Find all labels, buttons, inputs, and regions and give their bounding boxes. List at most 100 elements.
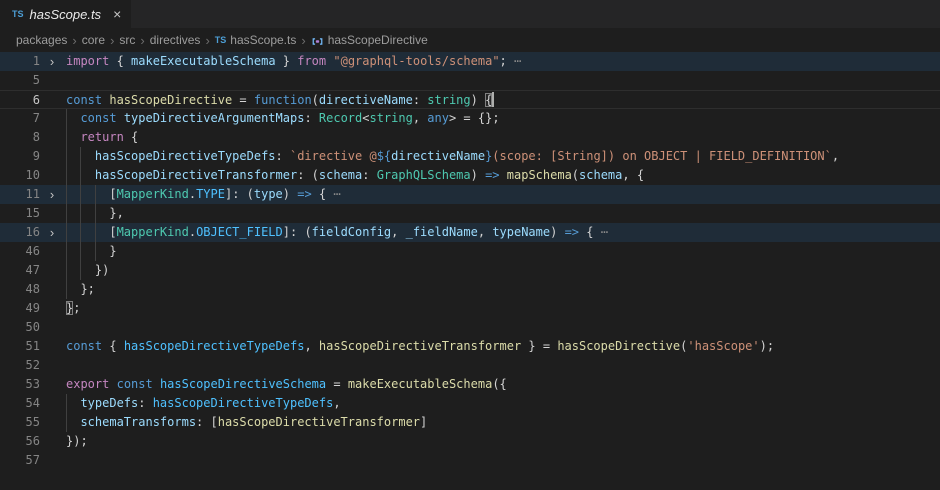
indent-guide bbox=[66, 242, 67, 261]
code-editor[interactable]: 1›import { makeExecutableSchema } from "… bbox=[0, 52, 940, 490]
indent-guide bbox=[80, 261, 81, 280]
indent-guide bbox=[66, 109, 67, 128]
fold-gutter bbox=[42, 261, 62, 280]
indent-guide bbox=[95, 185, 96, 204]
code-line-8[interactable]: 8 return { bbox=[0, 128, 940, 147]
code-line-56[interactable]: 56}); bbox=[0, 432, 940, 451]
indent-guide bbox=[66, 413, 67, 432]
code-line-52[interactable]: 52 bbox=[0, 356, 940, 375]
code-text: }) bbox=[66, 261, 940, 280]
indent-guide bbox=[95, 242, 96, 261]
code-line-47[interactable]: 47 }) bbox=[0, 261, 940, 280]
line-number: 9 bbox=[0, 147, 40, 166]
line-number: 50 bbox=[0, 318, 40, 337]
indent-guide bbox=[66, 147, 67, 166]
code-text: const { hasScopeDirectiveTypeDefs, hasSc… bbox=[66, 337, 940, 356]
code-text: schemaTransforms: [hasScopeDirectiveTran… bbox=[66, 413, 940, 432]
breadcrumb-item-core[interactable]: core bbox=[82, 33, 105, 47]
line-number: 16 bbox=[0, 223, 40, 242]
line-number: 46 bbox=[0, 242, 40, 261]
code-line-5[interactable]: 5 bbox=[0, 71, 940, 90]
indent-guide bbox=[66, 261, 67, 280]
fold-gutter bbox=[42, 451, 62, 470]
indent-guide bbox=[66, 185, 67, 204]
breadcrumb-label: directives bbox=[150, 33, 201, 47]
code-line-53[interactable]: 53 export const hasScopeDirectiveSchema =… bbox=[0, 375, 940, 394]
code-text: }, bbox=[66, 204, 940, 223]
breadcrumb-item-src[interactable]: src bbox=[119, 33, 135, 47]
code-line-16[interactable]: 16› [MapperKind.OBJECT_FIELD]: (fieldCon… bbox=[0, 223, 940, 242]
code-line-11[interactable]: 11› [MapperKind.TYPE]: (type) => { ⋯ bbox=[0, 185, 940, 204]
symbol-variable-icon bbox=[311, 35, 324, 48]
breadcrumb-separator-icon: › bbox=[301, 33, 305, 48]
indent-guide bbox=[80, 185, 81, 204]
line-number: 15 bbox=[0, 204, 40, 223]
indent-guide bbox=[66, 280, 67, 299]
code-text: [MapperKind.OBJECT_FIELD]: (fieldConfig,… bbox=[66, 223, 940, 242]
code-line-55[interactable]: 55 schemaTransforms: [hasScopeDirectiveT… bbox=[0, 413, 940, 432]
code-line-46[interactable]: 46 } bbox=[0, 242, 940, 261]
code-line-15[interactable]: 15 }, bbox=[0, 204, 940, 223]
fold-gutter bbox=[42, 432, 62, 451]
code-text bbox=[66, 71, 940, 90]
code-line-10[interactable]: 10 hasScopeDirectiveTransformer: (schema… bbox=[0, 166, 940, 185]
code-text: hasScopeDirectiveTransformer: (schema: G… bbox=[66, 166, 940, 185]
fold-gutter bbox=[42, 413, 62, 432]
fold-chevron-icon[interactable]: › bbox=[42, 52, 62, 71]
code-line-49[interactable]: 49}; bbox=[0, 299, 940, 318]
breadcrumb-separator-icon: › bbox=[72, 33, 76, 48]
breadcrumb-label: hasScopeDirective bbox=[328, 33, 428, 47]
tab-bar: TS hasScope.ts × bbox=[0, 0, 940, 28]
code-line-50[interactable]: 50 bbox=[0, 318, 940, 337]
fold-chevron-icon[interactable]: › bbox=[42, 185, 62, 204]
fold-gutter bbox=[42, 71, 62, 90]
fold-gutter bbox=[42, 356, 62, 375]
breadcrumb-separator-icon: › bbox=[140, 33, 144, 48]
code-line-9[interactable]: 9 hasScopeDirectiveTypeDefs: `directive … bbox=[0, 147, 940, 166]
indent-guide bbox=[66, 223, 67, 242]
code-text: } bbox=[66, 242, 940, 261]
indent-guide bbox=[80, 223, 81, 242]
code-line-7[interactable]: 7 const typeDirectiveArgumentMaps: Recor… bbox=[0, 109, 940, 128]
code-line-51[interactable]: 51const { hasScopeDirectiveTypeDefs, has… bbox=[0, 337, 940, 356]
breadcrumb-item-hasscopedirective[interactable]: hasScopeDirective bbox=[311, 33, 428, 47]
breadcrumb-item-hasscope-ts[interactable]: TShasScope.ts bbox=[215, 33, 297, 47]
fold-gutter bbox=[42, 204, 62, 223]
code-line-48[interactable]: 48 }; bbox=[0, 280, 940, 299]
breadcrumb-label: packages bbox=[16, 33, 67, 47]
fold-gutter bbox=[42, 147, 62, 166]
fold-gutter bbox=[42, 337, 62, 356]
line-number: 53 bbox=[0, 375, 40, 394]
fold-chevron-icon[interactable]: › bbox=[42, 223, 62, 242]
tab-hasscope-ts[interactable]: TS hasScope.ts × bbox=[0, 0, 131, 28]
code-line-54[interactable]: 54 typeDefs: hasScopeDirectiveTypeDefs, bbox=[0, 394, 940, 413]
fold-gutter bbox=[42, 375, 62, 394]
code-text: typeDefs: hasScopeDirectiveTypeDefs, bbox=[66, 394, 940, 413]
code-text: hasScopeDirectiveTypeDefs: `directive @$… bbox=[66, 147, 940, 166]
code-text: export const hasScopeDirectiveSchema = m… bbox=[66, 375, 940, 394]
line-number: 7 bbox=[0, 109, 40, 128]
breadcrumb: packages›core›src›directives›TShasScope.… bbox=[0, 28, 940, 52]
line-number: 6 bbox=[0, 91, 40, 108]
code-text: }); bbox=[66, 432, 940, 451]
breadcrumb-item-directives[interactable]: directives bbox=[150, 33, 201, 47]
code-text: const typeDirectiveArgumentMaps: Record<… bbox=[66, 109, 940, 128]
code-line-6[interactable]: 6const hasScopeDirective = function(dire… bbox=[0, 90, 940, 109]
close-icon[interactable]: × bbox=[113, 7, 121, 21]
line-number: 10 bbox=[0, 166, 40, 185]
breadcrumb-item-packages[interactable]: packages bbox=[16, 33, 67, 47]
ts-file-icon: TS bbox=[12, 9, 24, 19]
breadcrumb-label: hasScope.ts bbox=[230, 33, 296, 47]
line-number: 56 bbox=[0, 432, 40, 451]
breadcrumb-label: core bbox=[82, 33, 105, 47]
line-number: 47 bbox=[0, 261, 40, 280]
code-text bbox=[66, 356, 940, 375]
code-text bbox=[66, 451, 940, 470]
fold-gutter bbox=[42, 166, 62, 185]
tab-label: hasScope.ts bbox=[30, 7, 102, 22]
code-line-1[interactable]: 1›import { makeExecutableSchema } from "… bbox=[0, 52, 940, 71]
line-number: 1 bbox=[0, 52, 40, 71]
indent-guide bbox=[80, 166, 81, 185]
fold-gutter bbox=[42, 318, 62, 337]
code-line-57[interactable]: 57 bbox=[0, 451, 940, 470]
